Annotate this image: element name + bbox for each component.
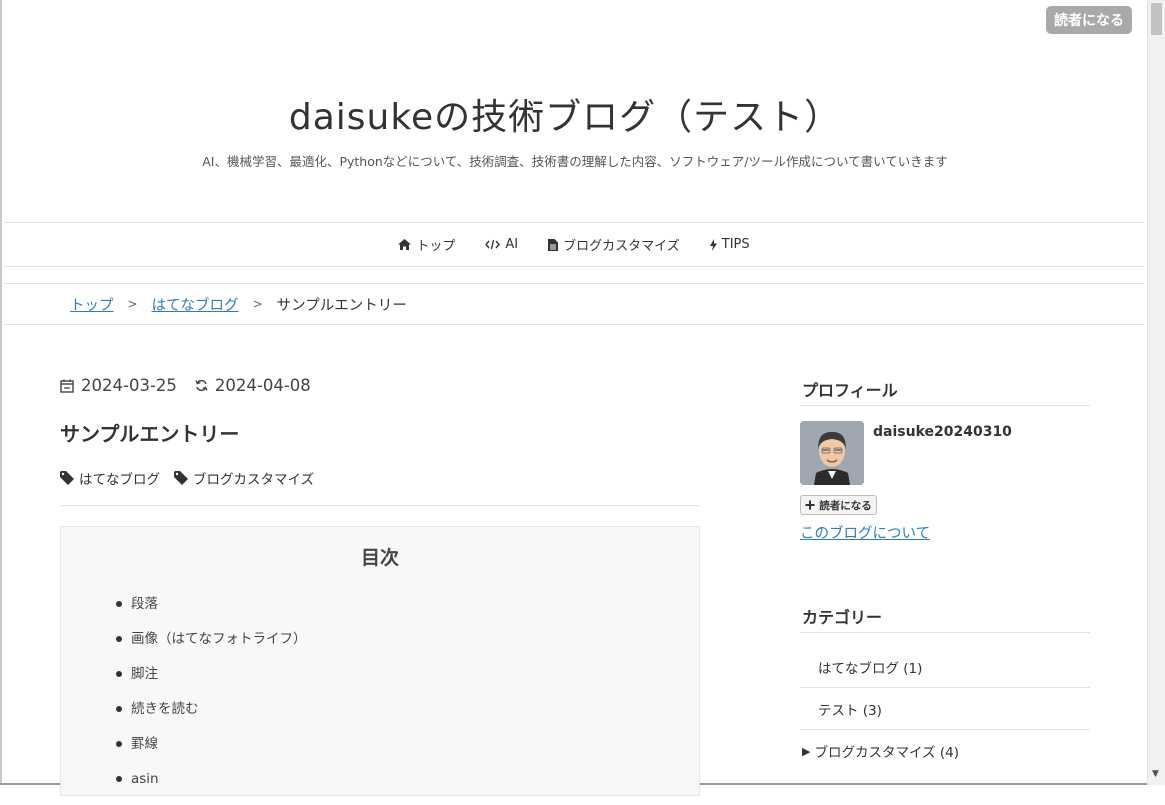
scroll-down-arrow-icon[interactable]: ▼ bbox=[1152, 769, 1159, 779]
tag-label: ブログカスタマイズ bbox=[193, 472, 315, 488]
category-label: ブログカスタマイズ (4) bbox=[814, 745, 959, 761]
breadcrumb-current: サンプルエントリー bbox=[276, 297, 407, 314]
nav-item-blog-customize[interactable]: ブログカスタマイズ bbox=[548, 235, 680, 254]
category-item-test[interactable]: テスト (3) bbox=[800, 688, 1090, 730]
created-date-text: 2024-03-25 bbox=[81, 376, 177, 395]
category-label: はてなブログ (1) bbox=[818, 660, 923, 677]
avatar[interactable] bbox=[800, 421, 864, 485]
file-icon bbox=[548, 238, 559, 251]
category-item-blog-customize[interactable]: ▶ ブログカスタマイズ (4) bbox=[800, 730, 1090, 772]
toc-item[interactable]: 脚注 bbox=[116, 665, 307, 700]
updated-date-text: 2024-04-08 bbox=[214, 376, 311, 395]
category-heading: カテゴリー bbox=[802, 608, 883, 627]
sidebar-subscribe-label: 読者になる bbox=[819, 499, 872, 512]
breadcrumb-separator: > bbox=[127, 297, 138, 311]
toc-item[interactable]: asin bbox=[116, 770, 307, 805]
breadcrumb: トップ > はてなブログ > サンプルエントリー bbox=[4, 283, 1144, 325]
breadcrumb-link-top[interactable]: トップ bbox=[70, 294, 114, 315]
category-list: はてなブログ (1) テスト (3) ▶ ブログカスタマイズ (4) bbox=[800, 646, 1090, 772]
plus-icon bbox=[805, 500, 815, 510]
blog-title[interactable]: daisukeの技術ブログ（テスト） bbox=[0, 88, 1130, 140]
tag-label: はてなブログ bbox=[79, 472, 160, 488]
subscribe-button[interactable]: 読者になる bbox=[1046, 6, 1132, 34]
updated-date: 2024-04-08 bbox=[195, 376, 311, 395]
code-icon bbox=[485, 239, 501, 250]
blog-description: AI、機械学習、最適化、Pythonなどについて、技術調査、技術書の理解した内容… bbox=[202, 154, 948, 169]
profile-heading: プロフィール bbox=[802, 381, 898, 400]
tag-hatena-blog[interactable]: はてなブログ bbox=[60, 468, 160, 488]
profile-heading-divider bbox=[800, 405, 1090, 406]
tag-blog-customize[interactable]: ブログカスタマイズ bbox=[174, 468, 314, 488]
breadcrumb-link-hatena-blog[interactable]: はてなブログ bbox=[152, 294, 239, 315]
nav-item-tips[interactable]: TIPS bbox=[709, 237, 750, 252]
global-nav: トップ AI ブログカスタマイズ TIPS bbox=[4, 222, 1144, 267]
refresh-icon bbox=[195, 379, 208, 392]
nav-label: トップ bbox=[416, 239, 456, 254]
toc-item[interactable]: 段落 bbox=[116, 595, 307, 630]
nav-item-ai[interactable]: AI bbox=[485, 237, 518, 252]
toc-item[interactable]: 罫線 bbox=[116, 735, 307, 770]
scrollbar-thumb[interactable] bbox=[1151, 3, 1162, 35]
toc-list: 段落 画像（はてなフォトライフ） 脚注 続きを読む 罫線 asin bbox=[116, 595, 307, 805]
entry-title[interactable]: サンプルエントリー bbox=[60, 418, 239, 447]
toc-item[interactable]: 画像（はてなフォトライフ） bbox=[116, 630, 307, 665]
breadcrumb-separator: > bbox=[252, 297, 263, 311]
calendar-icon bbox=[60, 379, 74, 393]
toc-title: 目次 bbox=[360, 547, 399, 569]
sidebar-subscribe-button[interactable]: 読者になる bbox=[800, 495, 877, 515]
category-heading-divider bbox=[800, 632, 1090, 633]
bolt-icon bbox=[709, 238, 717, 251]
table-of-contents: 目次 段落 画像（はてなフォトライフ） 脚注 続きを読む 罫線 asin bbox=[60, 526, 700, 796]
avatar-image bbox=[800, 421, 864, 485]
about-blog-link[interactable]: このブログについて bbox=[800, 522, 930, 543]
vertical-scrollbar[interactable]: ▼ bbox=[1147, 0, 1165, 785]
home-icon bbox=[398, 239, 412, 250]
nav-item-top[interactable]: トップ bbox=[398, 235, 455, 254]
nav-label: ブログカスタマイズ bbox=[563, 239, 680, 254]
expand-triangle-icon[interactable]: ▶ bbox=[802, 745, 810, 758]
profile-name[interactable]: daisuke20240310 bbox=[873, 424, 1012, 440]
nav-label: AI bbox=[505, 237, 519, 252]
entry-divider bbox=[60, 505, 700, 506]
category-label: テスト (3) bbox=[818, 702, 882, 719]
entry-tags: はてなブログ ブログカスタマイズ bbox=[60, 468, 314, 488]
created-date: 2024-03-25 bbox=[60, 376, 177, 395]
tag-icon bbox=[60, 471, 74, 485]
tag-icon bbox=[174, 471, 188, 485]
nav-label: TIPS bbox=[721, 237, 750, 252]
entry-dates: 2024-03-25 2024-04-08 bbox=[60, 376, 311, 395]
category-item-hatena-blog[interactable]: はてなブログ (1) bbox=[800, 646, 1090, 688]
toc-item[interactable]: 続きを読む bbox=[116, 700, 307, 735]
